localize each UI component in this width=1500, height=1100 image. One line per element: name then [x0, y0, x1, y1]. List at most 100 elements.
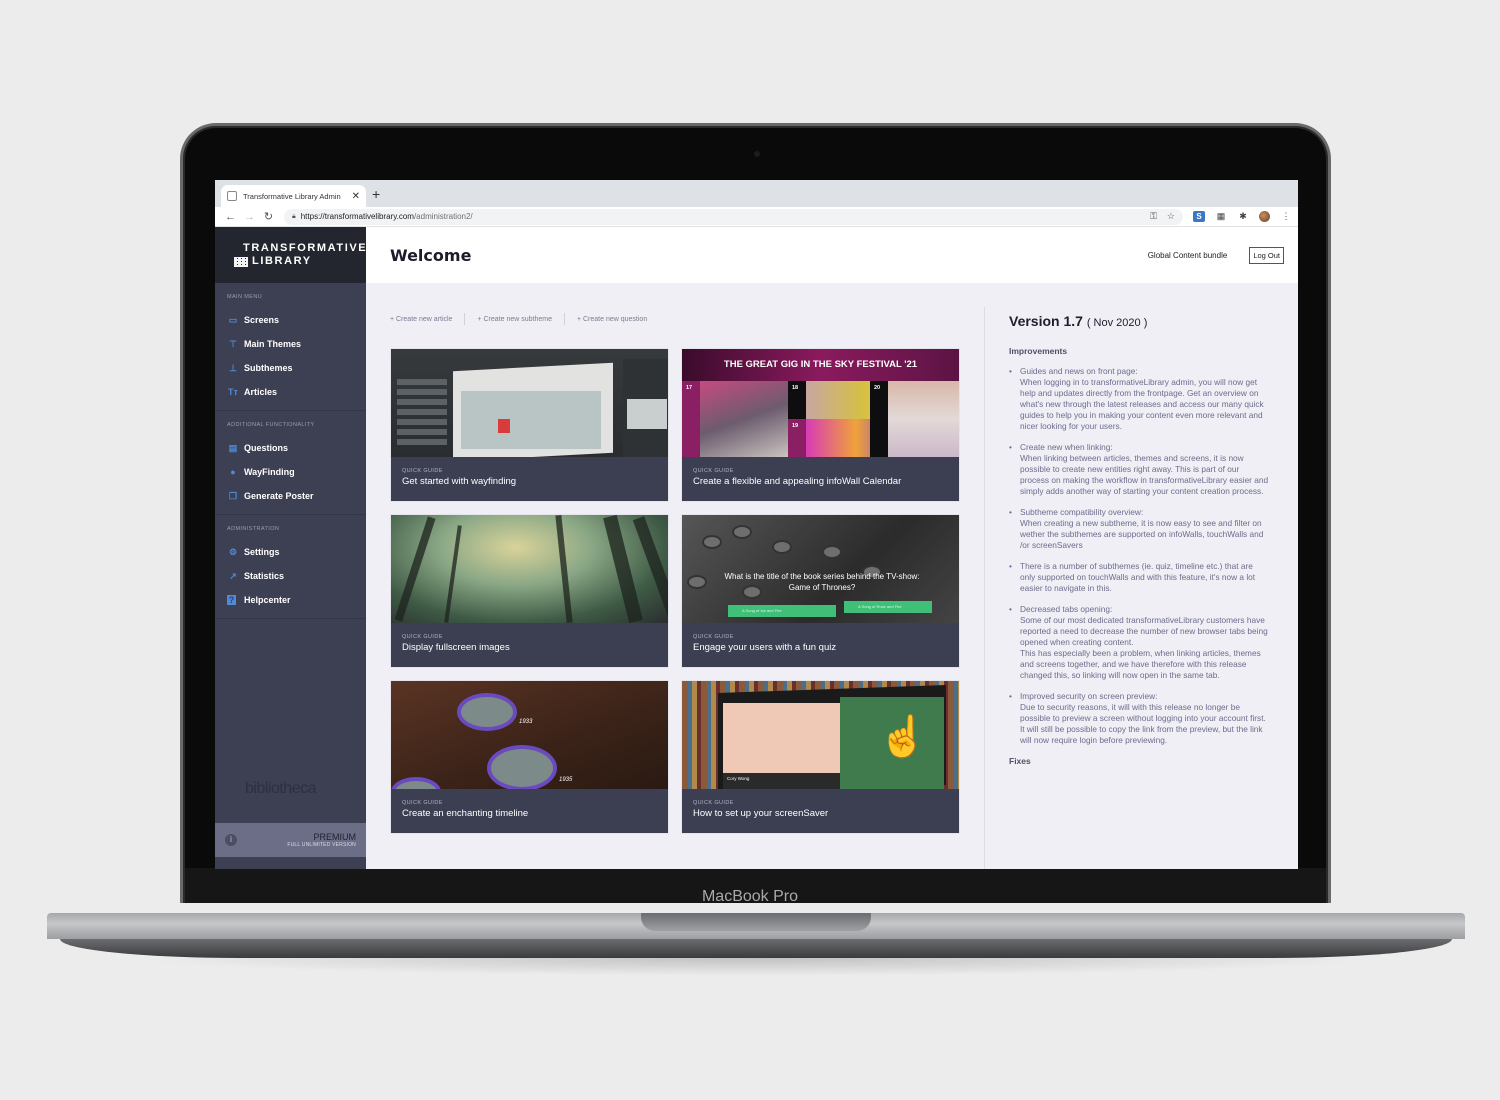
monitor-icon: ▭	[228, 315, 238, 325]
improvements-heading: Improvements	[1009, 346, 1068, 356]
back-arrow-icon[interactable]: ←	[221, 211, 240, 223]
guide-card-timeline[interactable]: 1933 1935 QUICK GUIDE Create an enchanti…	[390, 680, 669, 834]
sidebar-item-statistics[interactable]: ↗ Statistics	[215, 564, 366, 588]
create-subtheme-link[interactable]: + Create new subtheme	[477, 316, 552, 323]
key-icon[interactable]: ⚿	[1150, 211, 1157, 222]
main-theme-icon: ⊤	[229, 339, 237, 349]
quick-guides-column: + Create new article + Create new subthe…	[366, 283, 984, 869]
create-question-link[interactable]: + Create new question	[577, 316, 647, 323]
quick-links: + Create new article + Create new subthe…	[390, 313, 984, 325]
plan-detail: FULL UNLIMITED VERSION	[287, 842, 356, 848]
release-note-item: There is a number of subthemes (ie. quiz…	[1009, 561, 1270, 594]
card-kicker: QUICK GUIDE	[402, 800, 443, 806]
content-area: + Create new article + Create new subthe…	[366, 283, 1298, 869]
laptop-notch	[641, 913, 871, 931]
top-bar: Welcome Global Content bundle Log Out	[366, 227, 1298, 283]
sidebar-footer	[215, 857, 366, 869]
quiz-answer: A Song of Rose and Fire	[844, 601, 932, 613]
partner-logo-text: bibliotheca	[245, 780, 317, 797]
brand-logo[interactable]: TRANSFORMATIVE LIBRARY	[215, 227, 366, 283]
version-heading: Version 1.7 ( Nov 2020 )	[1009, 313, 1270, 329]
sidebar-item-subthemes[interactable]: ⊥ Subthemes	[215, 356, 366, 380]
guide-card-calendar[interactable]: THE GREAT GIG IN THE SKY FESTIVAL '21 17	[681, 348, 960, 502]
browser-tab[interactable]: Transformative Library Admin ✕	[221, 185, 366, 207]
nav-section-administration: ADMINISTRATION ⚙ Settings ↗ Statistics ?…	[215, 515, 366, 619]
star-icon[interactable]: ☆	[1167, 211, 1175, 222]
laptop-base-bottom	[60, 939, 1452, 958]
guide-card-screensaver[interactable]: ☝ Cory Wong QUICK GUIDE How to set up yo…	[681, 680, 960, 834]
extension-s-icon[interactable]: S	[1193, 211, 1205, 222]
partner-logo: bibliotheca	[245, 780, 317, 798]
sidebar-item-questions[interactable]: ▤ Questions	[215, 436, 366, 460]
card-title: How to set up your screenSaver	[693, 808, 829, 819]
release-note-item: Decreased tabs opening:Some of our most …	[1009, 604, 1270, 681]
text-size-icon: Tт	[228, 387, 238, 397]
nav-heading: ADDITIONAL FUNCTIONALITY	[227, 422, 315, 428]
brand-line-1: TRANSFORMATIVE	[243, 242, 368, 254]
library-grid-icon	[234, 256, 248, 267]
card-kicker: QUICK GUIDE	[693, 800, 734, 806]
sidebar: TRANSFORMATIVE LIBRARY MAIN MENU ▭ Scree…	[215, 227, 366, 869]
divider	[464, 313, 466, 325]
puzzle-icon[interactable]: ✱	[1237, 211, 1249, 222]
sidebar-item-wayfinding[interactable]: ● WayFinding	[215, 460, 366, 484]
card-kicker: QUICK GUIDE	[693, 468, 734, 474]
close-tab-icon[interactable]: ✕	[352, 191, 360, 202]
guide-card-wayfinding[interactable]: QUICK GUIDE Get started with wayfinding	[390, 348, 669, 502]
sidebar-item-label: Generate Poster	[244, 491, 314, 501]
extension-qr-icon[interactable]: ▦	[1215, 211, 1227, 222]
url-path: /administration2/	[413, 212, 473, 221]
day-label: 17	[686, 385, 693, 391]
divider	[563, 313, 565, 325]
logout-button[interactable]: Log Out	[1249, 246, 1284, 264]
create-article-link[interactable]: + Create new article	[390, 316, 452, 323]
sidebar-item-label: Helpcenter	[244, 595, 291, 605]
guide-card-fullscreen-images[interactable]: QUICK GUIDE Display fullscreen images	[390, 514, 669, 668]
release-notes: Version 1.7 ( Nov 2020 ) Improvements Gu…	[984, 307, 1298, 869]
sidebar-item-main-themes[interactable]: ⊤ Main Themes	[215, 332, 366, 356]
profile-avatar[interactable]	[1259, 211, 1270, 222]
favicon-icon	[227, 191, 237, 201]
release-note-item: Improved security on screen preview:Due …	[1009, 691, 1270, 746]
content-bundle-selector[interactable]: Global Content bundle	[1148, 251, 1228, 260]
reload-icon[interactable]: ↻	[259, 210, 278, 223]
festival-title: THE GREAT GIG IN THE SKY FESTIVAL '21	[682, 349, 959, 381]
sidebar-item-articles[interactable]: Tт Articles	[215, 380, 366, 404]
nav-heading: ADMINISTRATION	[227, 526, 280, 532]
info-icon[interactable]: i	[225, 834, 237, 846]
forward-arrow-icon[interactable]: →	[240, 211, 259, 223]
chat-icon: ▤	[228, 443, 238, 453]
guide-card-quiz[interactable]: What is the title of the book series beh…	[681, 514, 960, 668]
sidebar-item-screens[interactable]: ▭ Screens	[215, 308, 366, 332]
gear-icon: ⚙	[228, 547, 238, 557]
pointing-hand-icon: ☝	[878, 715, 928, 759]
day-label: 19	[792, 423, 799, 429]
version-number: Version 1.7	[1009, 313, 1083, 329]
screensaver-image: ☝ Cory Wong	[682, 681, 959, 789]
new-tab-button[interactable]: +	[372, 186, 380, 202]
forest-image	[391, 515, 668, 623]
sidebar-item-settings[interactable]: ⚙ Settings	[215, 540, 366, 564]
card-title: Engage your users with a fun quiz	[693, 642, 837, 653]
card-title: Create an enchanting timeline	[402, 808, 529, 819]
sidebar-item-generate-poster[interactable]: ❐ Generate Poster	[215, 484, 366, 508]
brand-line-2: LIBRARY	[252, 255, 312, 267]
sidebar-item-label: Articles	[244, 387, 278, 397]
laptop-shadow	[130, 958, 1380, 976]
artist-label: Cory Wong	[723, 773, 840, 789]
location-icon: ●	[230, 467, 236, 477]
nav-heading: MAIN MENU	[227, 294, 263, 300]
timeline-year: 1933	[519, 719, 533, 725]
calendar-image: THE GREAT GIG IN THE SKY FESTIVAL '21 17	[682, 349, 959, 457]
plan-badge: i PREMIUM FULL UNLIMITED VERSION	[215, 823, 366, 857]
card-kicker: QUICK GUIDE	[402, 468, 443, 474]
address-bar[interactable]: 🔒︎ https://transformativelibrary.com /ad…	[284, 208, 1183, 225]
card-kicker: QUICK GUIDE	[402, 634, 443, 640]
sidebar-item-label: Statistics	[244, 571, 285, 581]
trend-icon: ↗	[229, 571, 237, 581]
sidebar-item-helpcenter[interactable]: ? Helpcenter	[215, 588, 366, 612]
release-note-item: Subtheme compatibility overview:When cre…	[1009, 507, 1270, 551]
sidebar-item-label: Subthemes	[244, 363, 293, 373]
url-host: https://transformativelibrary.com	[300, 212, 414, 221]
kebab-menu-icon[interactable]: ⋮	[1280, 211, 1292, 222]
